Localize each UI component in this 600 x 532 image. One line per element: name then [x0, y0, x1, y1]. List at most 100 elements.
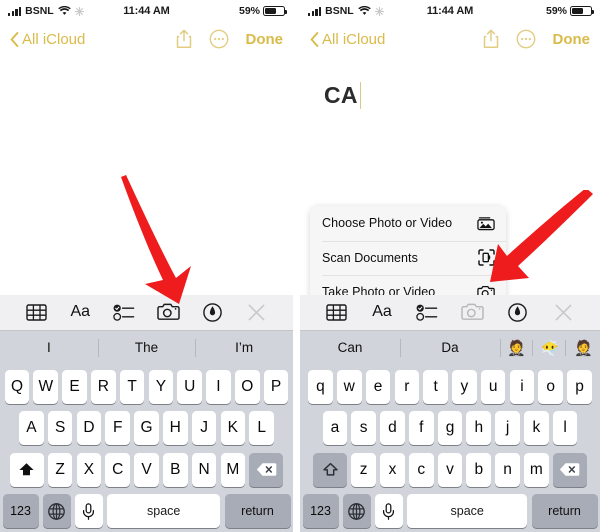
- key[interactable]: D: [76, 411, 102, 445]
- key[interactable]: w: [336, 369, 362, 404]
- numbers-key[interactable]: 123: [2, 494, 39, 528]
- key[interactable]: J: [191, 411, 217, 445]
- share-icon[interactable]: [176, 29, 192, 49]
- key[interactable]: B: [162, 452, 188, 487]
- key[interactable]: Y: [148, 369, 174, 404]
- camera-icon[interactable]: [154, 299, 184, 325]
- note-body-right[interactable]: CA Choose Photo or Video Scan Documents: [300, 56, 600, 344]
- suggestion-item[interactable]: I: [0, 331, 98, 365]
- close-icon[interactable]: [242, 299, 272, 325]
- suggestion-item[interactable]: I’m: [195, 331, 293, 365]
- scan-document-icon: [477, 249, 495, 267]
- shift-key[interactable]: [313, 452, 348, 487]
- key[interactable]: T: [119, 369, 145, 404]
- key[interactable]: e: [365, 369, 391, 404]
- menu-item-scan-documents[interactable]: Scan Documents: [310, 240, 506, 275]
- suggestion-item[interactable]: The: [97, 331, 196, 365]
- menu-item-choose-photo-or-video[interactable]: Choose Photo or Video: [310, 206, 506, 241]
- suggestion-item[interactable]: Can: [300, 331, 400, 365]
- numbers-key[interactable]: 123: [302, 494, 339, 528]
- key[interactable]: g: [437, 411, 463, 445]
- key[interactable]: N: [191, 452, 217, 487]
- key[interactable]: y: [452, 369, 477, 404]
- key[interactable]: L: [249, 411, 274, 445]
- done-button-right[interactable]: Done: [553, 31, 591, 48]
- space-key[interactable]: space: [407, 494, 528, 528]
- key[interactable]: t: [423, 369, 448, 404]
- key[interactable]: O: [234, 369, 260, 404]
- key[interactable]: r: [394, 369, 420, 404]
- key[interactable]: M: [220, 452, 246, 487]
- key[interactable]: I: [206, 369, 231, 404]
- note-body-left[interactable]: [0, 56, 293, 290]
- format-aa-icon[interactable]: Aa: [65, 299, 95, 325]
- key[interactable]: v: [437, 452, 463, 487]
- key[interactable]: C: [105, 452, 131, 487]
- markup-pen-icon[interactable]: [198, 299, 228, 325]
- key[interactable]: k: [524, 411, 549, 445]
- emoji-suggestion[interactable]: 😶‍🌫️: [531, 339, 559, 357]
- done-button-left[interactable]: Done: [246, 31, 284, 48]
- key[interactable]: f: [408, 411, 434, 445]
- key[interactable]: h: [466, 411, 492, 445]
- microphone-icon[interactable]: [374, 494, 403, 528]
- globe-icon[interactable]: [42, 494, 71, 528]
- key[interactable]: S: [47, 411, 73, 445]
- key[interactable]: p: [567, 369, 592, 404]
- key[interactable]: V: [134, 452, 159, 487]
- key[interactable]: q: [308, 369, 333, 404]
- key[interactable]: P: [263, 369, 289, 404]
- suggestion-emoji-group[interactable]: 🤵 😶‍🌫️ 🤵: [500, 331, 600, 365]
- return-key[interactable]: return: [531, 494, 598, 528]
- key[interactable]: o: [538, 369, 564, 404]
- return-key[interactable]: return: [224, 494, 291, 528]
- microphone-icon[interactable]: [74, 494, 103, 528]
- key[interactable]: U: [177, 369, 202, 404]
- shift-key[interactable]: [9, 452, 44, 487]
- key[interactable]: H: [162, 411, 188, 445]
- key[interactable]: K: [220, 411, 246, 445]
- more-circle-icon[interactable]: [516, 29, 536, 49]
- globe-icon[interactable]: [342, 494, 371, 528]
- key[interactable]: s: [351, 411, 376, 445]
- key[interactable]: j: [495, 411, 520, 445]
- key[interactable]: x: [380, 452, 405, 487]
- table-icon[interactable]: [322, 299, 352, 325]
- key[interactable]: u: [480, 369, 506, 404]
- more-circle-icon[interactable]: [209, 29, 229, 49]
- key[interactable]: Z: [47, 452, 73, 487]
- space-key[interactable]: space: [107, 494, 221, 528]
- key[interactable]: X: [76, 452, 102, 487]
- back-button-right[interactable]: All iCloud: [310, 31, 385, 48]
- key[interactable]: W: [33, 369, 59, 404]
- key[interactable]: Q: [4, 369, 30, 404]
- close-icon[interactable]: [548, 299, 578, 325]
- key[interactable]: E: [62, 369, 87, 404]
- delete-backward-icon[interactable]: [249, 452, 284, 487]
- emoji-suggestion[interactable]: 🤵: [507, 339, 526, 357]
- key[interactable]: z: [351, 452, 376, 487]
- camera-icon[interactable]: [458, 299, 488, 325]
- table-icon[interactable]: [21, 299, 51, 325]
- key[interactable]: G: [134, 411, 159, 445]
- key[interactable]: d: [380, 411, 405, 445]
- key[interactable]: n: [495, 452, 520, 487]
- key[interactable]: l: [552, 411, 578, 445]
- markup-pen-icon[interactable]: [503, 299, 533, 325]
- key[interactable]: F: [105, 411, 131, 445]
- share-icon[interactable]: [483, 29, 499, 49]
- key[interactable]: b: [466, 452, 492, 487]
- delete-backward-icon[interactable]: [552, 452, 587, 487]
- key[interactable]: A: [19, 411, 44, 445]
- back-button-left[interactable]: All iCloud: [10, 31, 85, 48]
- checklist-icon[interactable]: [109, 299, 139, 325]
- emoji-suggestion[interactable]: 🤵: [565, 339, 593, 357]
- key[interactable]: a: [322, 411, 348, 445]
- key[interactable]: c: [408, 452, 434, 487]
- key[interactable]: m: [524, 452, 549, 487]
- key[interactable]: R: [91, 369, 116, 404]
- suggestion-item[interactable]: Da: [400, 331, 500, 365]
- format-aa-icon[interactable]: Aa: [367, 299, 397, 325]
- key[interactable]: i: [509, 369, 535, 404]
- checklist-icon[interactable]: [412, 299, 442, 325]
